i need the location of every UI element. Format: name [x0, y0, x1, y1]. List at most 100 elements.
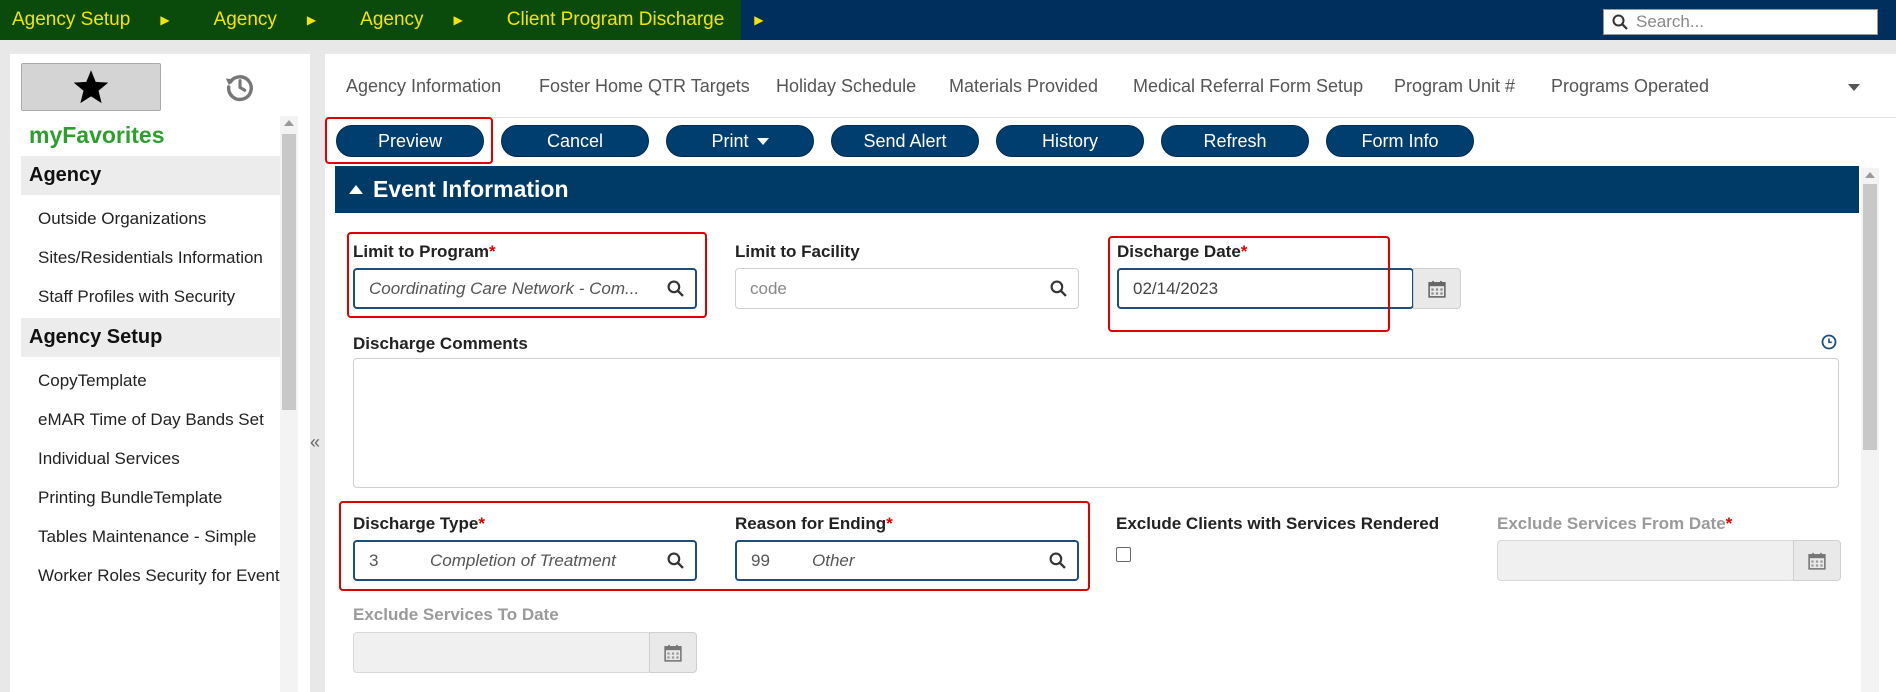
search-icon[interactable] [1037, 552, 1077, 569]
menu-item[interactable]: Staff Profiles with Security [21, 277, 289, 316]
tab-program-unit[interactable]: Program Unit # [1394, 76, 1515, 97]
cancel-button[interactable]: Cancel [501, 125, 649, 157]
reason-for-ending-description: Other [812, 550, 855, 570]
menu-item[interactable]: Individual Services [21, 439, 289, 478]
discharge-type-label: Discharge Type* [353, 514, 485, 533]
reason-for-ending-code: 99 [751, 550, 770, 570]
search-icon[interactable] [655, 552, 695, 569]
exclude-services-to-date-label: Exclude Services To Date [353, 605, 559, 624]
calendar-icon [1808, 552, 1826, 570]
search-icon[interactable] [1038, 280, 1078, 297]
discharge-date-value: 02/14/2023 [1133, 278, 1219, 298]
send-alert-button[interactable]: Send Alert [831, 125, 979, 157]
main-scrollbar[interactable] [1861, 168, 1879, 692]
search-input[interactable] [1636, 12, 1856, 32]
chevron-right-icon: ▶ [160, 13, 170, 27]
favorites-menu: Agency Outside Organizations Sites/Resid… [21, 156, 289, 595]
history-button[interactable]: History [996, 125, 1144, 157]
discharge-type-description: Completion of Treatment [430, 550, 616, 570]
clock-icon[interactable] [1821, 334, 1837, 355]
calendar-icon [664, 644, 682, 662]
section-title: Event Information [373, 176, 569, 202]
exclude-services-from-date-label: Exclude Services From Date* [1497, 514, 1733, 533]
discharge-date-field[interactable]: 02/14/2023 [1117, 268, 1414, 309]
exclude-clients-label: Exclude Clients with Services Rendered [1116, 514, 1440, 533]
limit-to-facility-placeholder: code [750, 278, 787, 298]
tab-foster-home-qtr-targets[interactable]: Foster Home QTR Targets [539, 76, 750, 97]
history-button-label: History [1041, 130, 1098, 151]
tab-programs-operated[interactable]: Programs Operated [1551, 76, 1709, 97]
refresh-button-label: Refresh [1203, 130, 1267, 151]
menu-item[interactable]: eMAR Time of Day Bands Set [21, 400, 289, 439]
tab-medical-referral-form-setup[interactable]: Medical Referral Form Setup [1133, 76, 1363, 97]
menu-item[interactable]: Worker Roles Security for Events [21, 556, 289, 595]
history-tab[interactable] [210, 66, 270, 108]
scrollbar-thumb[interactable] [1863, 184, 1877, 450]
limit-to-program-label: Limit to Program* [353, 242, 496, 261]
refresh-button[interactable]: Refresh [1161, 125, 1309, 157]
limit-to-facility-field[interactable]: code [735, 268, 1079, 309]
cancel-button-label: Cancel [546, 130, 604, 151]
exclude-to-calendar-button[interactable] [649, 632, 697, 673]
breadcrumb-item[interactable]: Agency [214, 9, 277, 31]
chevron-right-icon: ▶ [453, 13, 463, 27]
exclude-from-calendar-button[interactable] [1793, 540, 1841, 581]
chevron-right-icon: ▶ [754, 13, 764, 27]
search-icon [1612, 14, 1628, 30]
scroll-up-arrow-icon[interactable] [1865, 172, 1875, 178]
breadcrumb: Agency Setup ▶ Agency ▶ Agency ▶ Client … [0, 0, 764, 40]
form-tabs: Agency Information Foster Home QTR Targe… [325, 54, 1896, 118]
scrollbar-thumb[interactable] [282, 134, 296, 410]
form-info-button-label: Form Info [1361, 130, 1439, 151]
calendar-icon [1428, 280, 1446, 298]
top-navigation-bar: Agency Setup ▶ Agency ▶ Agency ▶ Client … [0, 0, 1896, 40]
history-icon [225, 75, 253, 102]
exclude-clients-checkbox[interactable] [1116, 547, 1131, 562]
menu-item[interactable]: CopyTemplate [21, 361, 289, 400]
global-search[interactable] [1603, 9, 1878, 35]
breadcrumb-item[interactable]: Agency Setup [12, 9, 130, 31]
star-icon [73, 70, 109, 104]
chevron-right-icon: ▶ [306, 13, 317, 27]
exclude-services-to-date-field[interactable] [353, 632, 651, 673]
sidebar-scrollbar[interactable] [280, 116, 298, 692]
limit-to-program-field[interactable]: Coordinating Care Network - Com... [353, 268, 697, 309]
print-button[interactable]: Print [666, 125, 814, 157]
discharge-date-calendar-button[interactable] [1413, 268, 1461, 309]
favorites-tab[interactable] [21, 63, 161, 111]
preview-button-label: Preview [377, 130, 443, 151]
menu-item[interactable]: Outside Organizations [21, 199, 289, 238]
collapse-triangle-icon [349, 185, 363, 194]
main-panel: Agency Information Foster Home QTR Targe… [325, 54, 1896, 692]
discharge-comments-label: Discharge Comments [353, 334, 528, 353]
limit-to-facility-label: Limit to Facility [735, 242, 860, 261]
reason-for-ending-field[interactable]: 99 Other [735, 540, 1079, 581]
discharge-comments-textarea[interactable] [353, 358, 1839, 488]
preview-button[interactable]: Preview [336, 125, 484, 157]
tab-agency-information[interactable]: Agency Information [346, 76, 501, 97]
form-info-button[interactable]: Form Info [1326, 125, 1474, 157]
reason-for-ending-label: Reason for Ending* [735, 514, 893, 533]
menu-item[interactable]: Tables Maintenance - Simple [21, 517, 289, 556]
search-icon[interactable] [655, 280, 695, 297]
menu-item[interactable]: Printing BundleTemplate [21, 478, 289, 517]
discharge-type-field[interactable]: 3 Completion of Treatment [353, 540, 697, 581]
caret-down-icon [756, 137, 769, 145]
tabs-more-dropdown-icon[interactable] [1848, 84, 1860, 91]
scroll-up-arrow-icon[interactable] [284, 120, 294, 126]
menu-group-header: Agency [21, 156, 289, 195]
breadcrumb-item-current[interactable]: Client Program Discharge [507, 9, 725, 31]
menu-item[interactable]: Sites/Residentials Information [21, 238, 289, 277]
send-alert-button-label: Send Alert [863, 130, 947, 151]
print-button-label: Print [711, 130, 749, 151]
breadcrumb-item[interactable]: Agency [360, 9, 423, 31]
collapse-sidebar-button[interactable]: « [310, 432, 320, 453]
menu-group-header: Agency Setup [21, 318, 289, 357]
exclude-services-from-date-field[interactable] [1497, 540, 1795, 581]
favorites-title: myFavorites [29, 122, 165, 148]
limit-to-program-value: Coordinating Care Network - Com... [369, 278, 640, 298]
event-information-section-header[interactable]: Event Information [335, 166, 1859, 213]
tab-materials-provided[interactable]: Materials Provided [949, 76, 1098, 97]
discharge-date-label: Discharge Date* [1117, 242, 1248, 261]
tab-holiday-schedule[interactable]: Holiday Schedule [776, 76, 916, 97]
